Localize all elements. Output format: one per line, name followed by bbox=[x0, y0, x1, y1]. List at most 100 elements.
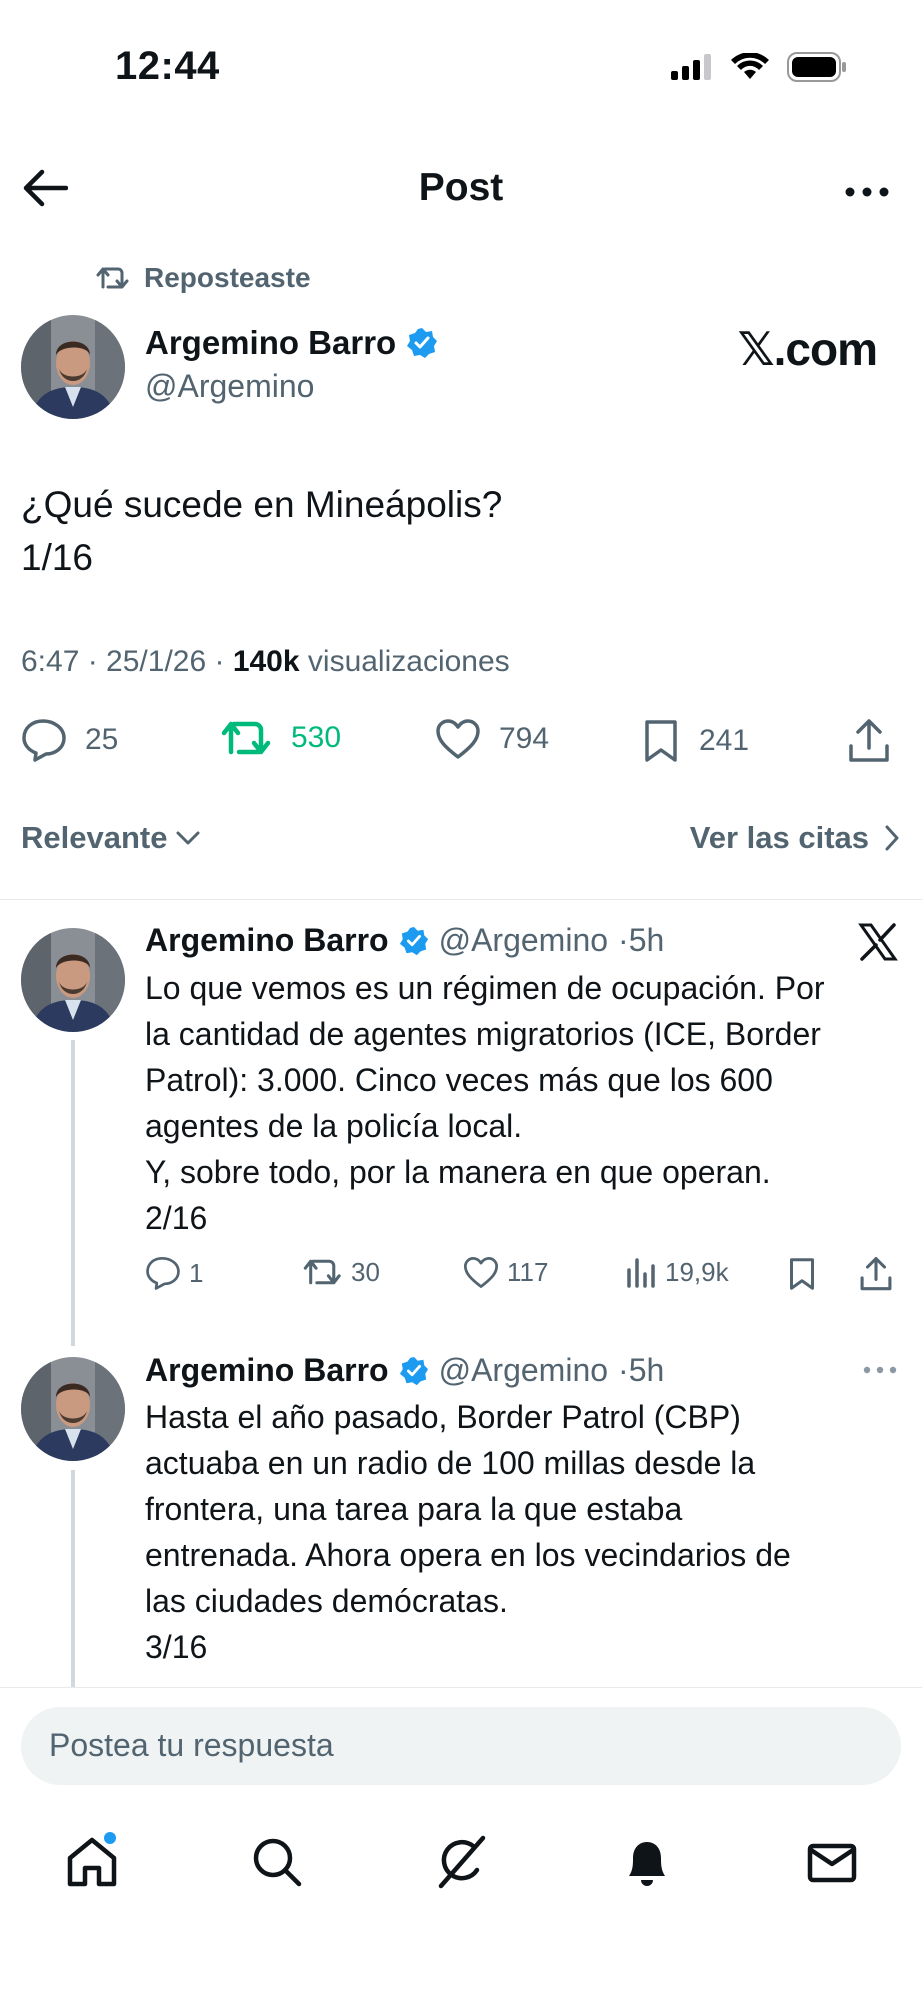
chevron-down-icon bbox=[176, 831, 200, 845]
reply-time: ·5h bbox=[618, 1352, 665, 1388]
reply-share-button[interactable] bbox=[859, 1256, 893, 1292]
thread-connector bbox=[71, 1040, 75, 1346]
views-count[interactable]: 140k bbox=[233, 645, 300, 678]
sort-label: Relevante bbox=[21, 820, 168, 855]
reply-text-line: 3/16 bbox=[145, 1629, 208, 1665]
divider bbox=[0, 899, 922, 900]
bookmark-button[interactable]: 241 bbox=[641, 718, 749, 764]
reposted-indicator: Reposteaste bbox=[96, 262, 311, 294]
reply-avatar[interactable] bbox=[21, 1357, 125, 1461]
post-text-line: ¿Qué sucede en Mineápolis? bbox=[21, 484, 503, 525]
x-logo-icon bbox=[858, 922, 898, 962]
reply-repost-button[interactable]: 30 bbox=[303, 1256, 380, 1288]
bookmark-count: 241 bbox=[699, 724, 750, 757]
reply-bookmark-button[interactable] bbox=[787, 1256, 817, 1292]
reply-header: Argemino Barro @Argemino ·5h bbox=[145, 1352, 664, 1389]
repost-count: 530 bbox=[291, 721, 342, 754]
reply-composer-input[interactable]: Postea tu respuesta bbox=[21, 1707, 901, 1785]
reply-icon bbox=[22, 719, 66, 762]
repost-icon bbox=[96, 267, 129, 289]
status-time: 12:44 bbox=[115, 44, 220, 88]
reply-views-button[interactable]: 19,9k bbox=[625, 1256, 729, 1288]
more-icon bbox=[863, 1366, 897, 1374]
reply-text-line: agentes de la policía local. bbox=[145, 1108, 523, 1144]
reply-avatar[interactable] bbox=[21, 928, 125, 1032]
repost-icon bbox=[303, 1259, 341, 1285]
reply-more-button[interactable] bbox=[862, 1360, 898, 1380]
reply-text: Hasta el año pasado, Border Patrol (CBP)… bbox=[145, 1394, 885, 1670]
verified-badge-icon bbox=[399, 1356, 428, 1385]
composer-placeholder: Postea tu respuesta bbox=[49, 1727, 334, 1763]
share-icon bbox=[860, 1257, 892, 1291]
reply-like-button[interactable]: 117 bbox=[463, 1256, 548, 1289]
repost-icon bbox=[221, 721, 271, 755]
post-action-bar: 25 530 794 241 bbox=[21, 718, 901, 774]
author-avatar[interactable] bbox=[21, 315, 125, 419]
grok-icon bbox=[438, 1835, 486, 1889]
reply-header: Argemino Barro @Argemino ·5h bbox=[145, 922, 664, 959]
reply-text-line: la cantidad de agentes migratorios (ICE,… bbox=[145, 1016, 821, 1052]
view-quotes-link[interactable]: Ver las citas bbox=[690, 820, 901, 856]
more-options-button[interactable] bbox=[842, 172, 892, 212]
tab-grok[interactable] bbox=[429, 1830, 493, 1894]
like-count: 794 bbox=[499, 722, 550, 755]
reply-icon bbox=[146, 1256, 180, 1290]
like-icon bbox=[463, 1257, 499, 1288]
tab-home[interactable] bbox=[60, 1830, 124, 1894]
tab-messages[interactable] bbox=[800, 1830, 864, 1894]
reply-author-handle[interactable]: @Argemino bbox=[439, 922, 608, 959]
post-meta: 6:47 · 25/1/26 · 140k visualizaciones bbox=[21, 645, 510, 679]
cellular-signal-icon bbox=[671, 54, 711, 80]
reply-like-count: 117 bbox=[507, 1257, 549, 1287]
post-text: ¿Qué sucede en Mineápolis? 1/16 bbox=[21, 478, 502, 584]
reply-text-line: Lo que vemos es un régimen de ocupación.… bbox=[145, 970, 825, 1006]
page-title: Post bbox=[418, 166, 504, 209]
reply-text-line: frontera, una tarea para la que estaba bbox=[145, 1491, 683, 1527]
author-name[interactable]: Argemino Barro bbox=[145, 324, 396, 362]
verified-badge-icon bbox=[399, 926, 428, 955]
search-icon bbox=[253, 1838, 302, 1887]
reply-text-line: Hasta el año pasado, Border Patrol (CBP) bbox=[145, 1399, 741, 1435]
reply-author-name[interactable]: Argemino Barro bbox=[145, 1352, 389, 1389]
reply-text-line: actuaba en un radio de 100 millas desde … bbox=[145, 1445, 756, 1481]
reply-time: ·5h bbox=[618, 922, 665, 958]
reply-button[interactable]: 25 bbox=[21, 718, 118, 762]
reply-views-count: 19,9k bbox=[665, 1256, 729, 1287]
replies-sort-row: Relevante Ver las citas bbox=[21, 820, 901, 864]
tab-search[interactable] bbox=[245, 1830, 309, 1894]
notifications-icon bbox=[629, 1842, 665, 1886]
reply-author-name[interactable]: Argemino Barro bbox=[145, 922, 389, 959]
post-timestamp: 6:47 · 25/1/26 · bbox=[21, 645, 233, 678]
more-icon bbox=[845, 187, 889, 197]
thread-connector bbox=[71, 1470, 75, 1688]
reply-reply-count: 1 bbox=[189, 1257, 204, 1288]
bookmark-icon bbox=[790, 1258, 814, 1290]
x-com-watermark: 𝕏.com bbox=[737, 323, 878, 375]
wifi-icon bbox=[731, 53, 769, 79]
sort-dropdown[interactable]: Relevante bbox=[21, 820, 201, 856]
reply-author-handle[interactable]: @Argemino bbox=[439, 1352, 608, 1389]
bottom-tab-bar bbox=[0, 1820, 922, 1910]
chevron-right-icon bbox=[885, 825, 899, 851]
reply-repost-count: 30 bbox=[351, 1256, 380, 1287]
reply-text: Lo que vemos es un régimen de ocupación.… bbox=[145, 965, 885, 1241]
views-icon bbox=[627, 1258, 655, 1288]
reply-reply-button[interactable]: 1 bbox=[145, 1256, 203, 1290]
verified-badge-icon bbox=[407, 328, 438, 358]
share-button[interactable] bbox=[847, 718, 891, 764]
view-quotes-label: Ver las citas bbox=[689, 820, 869, 855]
tab-notifications[interactable] bbox=[615, 1830, 679, 1894]
author-handle[interactable]: @Argemino bbox=[145, 368, 314, 405]
like-button[interactable]: 794 bbox=[435, 718, 549, 760]
reply-text-line: 2/16 bbox=[145, 1200, 208, 1236]
repost-button[interactable]: 530 bbox=[221, 718, 341, 758]
like-icon bbox=[436, 719, 480, 759]
author-name-row[interactable]: Argemino Barro bbox=[145, 324, 438, 362]
unread-dot bbox=[104, 1832, 116, 1844]
bookmark-icon bbox=[645, 720, 677, 762]
reply-action-bar: 1 30 117 19,9k bbox=[145, 1256, 895, 1298]
reply-text-line: Patrol): 3.000. Cinco veces más que los … bbox=[145, 1062, 773, 1098]
repost-label: Reposteaste bbox=[144, 262, 311, 293]
battery-icon bbox=[787, 52, 846, 82]
messages-icon bbox=[807, 1843, 857, 1883]
